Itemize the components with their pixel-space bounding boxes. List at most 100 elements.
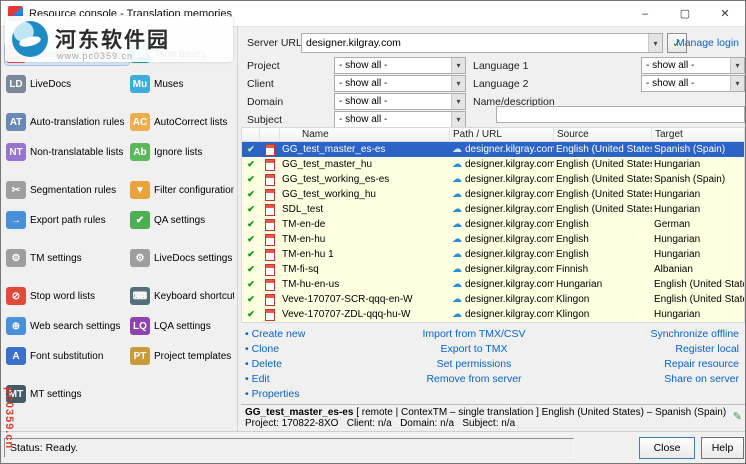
set-permissions-link[interactable]: Set permissions	[389, 357, 559, 372]
tm-target: Spanish (Spain)	[652, 174, 744, 185]
edit-icon[interactable]: ✎	[733, 410, 742, 423]
edit-link[interactable]: Edit	[245, 372, 305, 387]
column-header-target[interactable]: Target	[652, 128, 744, 141]
repair-resource-link[interactable]: Repair resource	[579, 357, 739, 372]
chevron-down-icon[interactable]: ▾	[730, 58, 744, 73]
column-header-name[interactable]: Name	[280, 128, 450, 141]
table-row[interactable]: ✔ GG_test_working_hu ☁designer.kilgray.c…	[242, 187, 744, 202]
sidebar-item-lqa-settings[interactable]: LQ LQA settings	[129, 315, 235, 337]
sidebar-item-tm-settings[interactable]: ⚙ TM settings	[5, 247, 129, 269]
sidebar-item-autocorrect-lists[interactable]: AC AutoCorrect lists	[129, 111, 235, 133]
sidebar-item-qa-settings[interactable]: ✔ QA settings	[129, 209, 235, 231]
check-icon: ✔	[242, 159, 260, 170]
clone-link[interactable]: Clone	[245, 342, 305, 357]
sidebar-item-label: LiveDocs settings	[154, 253, 232, 264]
sidebar-item-mt-settings[interactable]: MT MT settings	[5, 383, 129, 405]
sidebar-item-keyboard-shortcuts[interactable]: ⌨ Keyboard shortcuts	[129, 285, 235, 307]
minimize-button[interactable]: –	[625, 1, 665, 26]
help-button[interactable]: Help	[701, 437, 744, 459]
table-row[interactable]: ✔ TM-en-de ☁designer.kilgray.com English…	[242, 217, 744, 232]
sidebar-item-label: Non-translatable lists	[30, 147, 123, 158]
project-filter-combo[interactable]: - show all - ▾	[334, 57, 466, 74]
name-description-input[interactable]	[496, 106, 745, 123]
tm-path-text: designer.kilgray.com	[465, 204, 554, 215]
table-row[interactable]: ✔ TM-en-hu ☁designer.kilgray.com English…	[242, 232, 744, 247]
chevron-down-icon[interactable]: ▾	[451, 76, 465, 91]
tm-path: ☁designer.kilgray.com	[450, 264, 554, 275]
table-row[interactable]: ✔ TM-en-hu 1 ☁designer.kilgray.com Engli…	[242, 247, 744, 262]
sidebar-item-export-path-rules[interactable]: → Export path rules	[5, 209, 129, 231]
check-icon: ✔	[242, 174, 260, 185]
language1-filter-value: - show all -	[642, 60, 698, 71]
chevron-down-icon[interactable]: ▾	[648, 34, 662, 52]
table-row[interactable]: ✔ TM-hu-en-us ☁designer.kilgray.com Hung…	[242, 277, 744, 292]
tm-source: English (United States)	[554, 204, 652, 215]
create-new-link[interactable]: Create new	[245, 327, 305, 342]
cloud-icon: ☁	[452, 159, 462, 170]
chevron-down-icon[interactable]: ▾	[451, 58, 465, 73]
synchronize-offline-link[interactable]: Synchronize offline	[579, 327, 739, 342]
server-url-combo[interactable]: designer.kilgray.com ▾	[301, 33, 663, 53]
tm-name: Veve-170707-SCR-qqq-en-W	[280, 294, 450, 305]
watermark-side-text: pc0359.cn	[3, 387, 15, 449]
client-filter-combo[interactable]: - show all - ▾	[334, 75, 466, 92]
tm-path: ☁designer.kilgray.com	[450, 279, 554, 290]
sidebar-item-font-substitution[interactable]: A Font substitution	[5, 345, 129, 367]
import-tmx-csv-link[interactable]: Import from TMX/CSV	[389, 327, 559, 342]
sidebar-item-stop-word-lists[interactable]: ⊘ Stop word lists	[5, 285, 129, 307]
chevron-down-icon[interactable]: ▾	[451, 94, 465, 109]
cloud-icon: ☁	[452, 174, 462, 185]
manage-login-link[interactable]: Manage login	[676, 37, 739, 49]
sidebar-item-project-templates[interactable]: PT Project templates	[129, 345, 235, 367]
tm-source: Klingon	[554, 294, 652, 305]
sidebar-item-non-translatable-lists[interactable]: NT Non-translatable lists	[5, 141, 129, 163]
sidebar-item-label: Font substitution	[30, 351, 103, 362]
sidebar-item-label: Export path rules	[30, 215, 106, 226]
subject-filter-value: - show all -	[335, 114, 391, 125]
domain-filter-combo[interactable]: - show all - ▾	[334, 93, 466, 110]
column-header-type[interactable]	[260, 128, 280, 141]
properties-link[interactable]: Properties	[245, 387, 305, 402]
sidebar-item-label: Ignore lists	[154, 147, 202, 158]
export-tmx-link[interactable]: Export to TMX	[389, 342, 559, 357]
column-header-path-url[interactable]: Path / URL	[450, 128, 554, 141]
chevron-down-icon[interactable]: ▾	[730, 76, 744, 91]
sidebar-item-livedocs[interactable]: LD LiveDocs	[5, 73, 129, 95]
close-button[interactable]: Close	[639, 437, 695, 459]
tm-target: Albanian	[652, 264, 744, 275]
sidebar-item-ignore-lists[interactable]: Ab Ignore lists	[129, 141, 235, 163]
table-row[interactable]: ✔ Veve-170707-ZDL-qqq-hu-W ☁designer.kil…	[242, 307, 744, 322]
register-local-link[interactable]: Register local	[579, 342, 739, 357]
sidebar-item-livedocs-settings[interactable]: ⚙ LiveDocs settings	[129, 247, 235, 269]
language2-filter-label: Language 2	[473, 78, 528, 90]
chevron-down-icon[interactable]: ▾	[451, 112, 465, 127]
table-row[interactable]: ✔ SDL_test ☁designer.kilgray.com English…	[242, 202, 744, 217]
tm-target: Hungarian	[652, 189, 744, 200]
share-on-server-link[interactable]: Share on server	[579, 372, 739, 387]
column-header-source[interactable]: Source	[554, 128, 652, 141]
tm-name: TM-en-hu	[280, 234, 450, 245]
check-icon: ✔	[242, 264, 260, 275]
sidebar-item-segmentation-rules[interactable]: ✂ Segmentation rules	[5, 179, 129, 201]
language1-filter-combo[interactable]: - show all - ▾	[641, 57, 745, 74]
sidebar-item-auto-translation-rules[interactable]: AT Auto-translation rules	[5, 111, 129, 133]
subject-filter-combo[interactable]: - show all - ▾	[334, 111, 466, 128]
maximize-button[interactable]: ▢	[665, 1, 705, 26]
project-filter-value: - show all -	[335, 60, 391, 71]
table-row[interactable]: ✔ Veve-170707-SCR-qqq-en-W ☁designer.kil…	[242, 292, 744, 307]
column-header-status[interactable]	[242, 128, 260, 141]
table-row[interactable]: ✔ GG_test_working_es-es ☁designer.kilgra…	[242, 172, 744, 187]
close-window-button[interactable]: ✕	[705, 1, 745, 26]
delete-link[interactable]: Delete	[245, 357, 305, 372]
sidebar-item-web-search-settings[interactable]: ⊕ Web search settings	[5, 315, 129, 337]
table-row[interactable]: ✔ GG_test_master_hu ☁designer.kilgray.co…	[242, 157, 744, 172]
table-row[interactable]: ✔ TM-fi-sq ☁designer.kilgray.com Finnish…	[242, 262, 744, 277]
remove-from-server-link[interactable]: Remove from server	[389, 372, 559, 387]
language2-filter-combo[interactable]: - show all - ▾	[641, 75, 745, 92]
check-icon: ✔	[242, 144, 260, 155]
table-row[interactable]: ✔ GG_test_master_es-es ☁designer.kilgray…	[242, 142, 744, 157]
tm-icon	[260, 279, 280, 291]
tm-path-text: designer.kilgray.com	[465, 159, 554, 170]
sidebar-item-filter-configurations[interactable]: ▼ Filter configurations	[129, 179, 235, 201]
sidebar-item-muses[interactable]: Mu Muses	[129, 73, 235, 95]
